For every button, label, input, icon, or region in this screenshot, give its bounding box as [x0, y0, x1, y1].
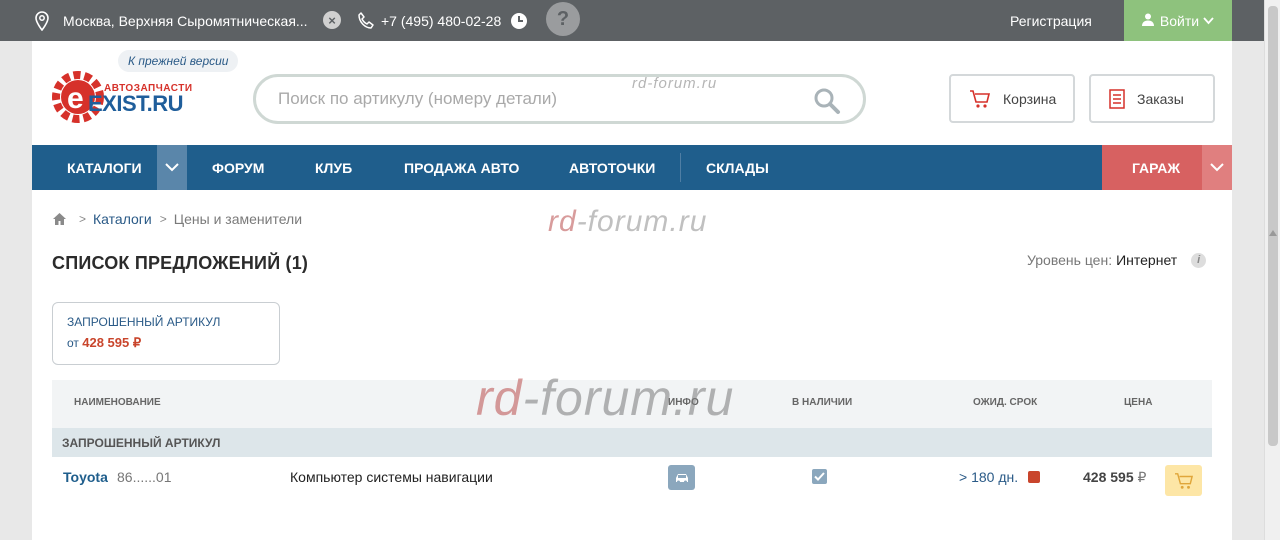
price-level-value[interactable]: Интернет: [1116, 252, 1177, 268]
logo-brand: EXIST.RU: [88, 91, 184, 116]
chevron-down-icon: [1203, 16, 1214, 25]
breadcrumb-separator: >: [79, 212, 87, 226]
nav-divider: [680, 153, 681, 182]
chevron-down-icon: [165, 163, 179, 172]
login-label: Войти: [1159, 12, 1200, 29]
checkbox-checked-icon: [812, 469, 827, 484]
term-warning-flag: [1028, 471, 1041, 483]
main-nav: Каталоги Форум Клуб Продажа авто Автоточ…: [32, 145, 1232, 190]
cart-icon: [969, 89, 991, 109]
page-title: СПИСОК ПРЕДЛОЖЕНИЙ (1): [52, 253, 309, 273]
row-price-value: 428 595: [1083, 469, 1134, 485]
row-term-text: > 180 дн.: [959, 469, 1019, 485]
watermark: rd-forum.ru: [548, 205, 708, 238]
clock-icon[interactable]: [510, 0, 528, 41]
search-icon[interactable]: [813, 87, 841, 120]
orders-label: Заказы: [1137, 90, 1184, 107]
cart-label: Корзина: [1003, 90, 1057, 107]
info-icon[interactable]: i: [1191, 252, 1207, 268]
breadcrumb-catalogs[interactable]: Каталоги: [93, 211, 152, 227]
cart-icon: [1174, 472, 1193, 489]
nav-auto-points[interactable]: Автоточки: [569, 145, 655, 190]
nav-car-sales[interactable]: Продажа авто: [404, 145, 519, 190]
nav-forum[interactable]: Форум: [212, 145, 264, 190]
col-info[interactable]: Инфо: [668, 397, 699, 408]
help-icon[interactable]: ?: [546, 2, 580, 36]
requested-article-price: 428 595 ₽: [82, 335, 142, 350]
nav-warehouses[interactable]: Склады: [706, 145, 769, 190]
user-icon: [1141, 13, 1154, 29]
svg-text:e: e: [67, 82, 84, 115]
cart-button[interactable]: Корзина: [949, 74, 1075, 123]
row-code: 86......01: [117, 469, 172, 485]
nav-catalogs[interactable]: Каталоги: [67, 145, 142, 190]
clear-location-icon[interactable]: ×: [323, 11, 341, 29]
phone-number[interactable]: +7 (495) 480-02-28: [381, 0, 501, 41]
row-term: > 180 дн.: [959, 469, 1041, 485]
phone-icon: [356, 0, 376, 41]
row-price-currency: ₽: [1137, 469, 1147, 485]
row-name: Компьютер системы навигации: [290, 469, 493, 485]
home-icon[interactable]: [52, 212, 67, 226]
col-term[interactable]: Ожид. срок: [973, 397, 1037, 408]
garage-dropdown-toggle[interactable]: [1202, 145, 1232, 190]
add-to-cart-button[interactable]: [1165, 465, 1202, 496]
col-stock[interactable]: В наличии: [792, 397, 852, 408]
catalogs-dropdown-toggle[interactable]: [157, 145, 187, 190]
requested-article-price-line: от 428 595 ₽: [67, 335, 265, 351]
requested-article-heading: Запрошенный артикул: [67, 315, 221, 329]
register-link[interactable]: Регистрация: [1010, 0, 1092, 41]
table-group-header: Запрошенный артикул: [52, 428, 1212, 457]
table-row: Toyota 86......01 Компьютер системы нави…: [52, 457, 1212, 497]
car-icon[interactable]: [668, 465, 695, 490]
price-level: Уровень цен: Интернет i: [1027, 252, 1207, 268]
orders-button[interactable]: Заказы: [1089, 74, 1215, 123]
location-address[interactable]: Москва, Верхняя Сыромятническая...: [63, 0, 308, 41]
breadcrumb-separator: >: [159, 212, 167, 226]
search-placeholder: Поиск по артикулу (номеру детали): [278, 89, 557, 108]
row-brand[interactable]: Toyota: [63, 469, 108, 485]
login-button[interactable]: Войти: [1124, 0, 1232, 41]
table-header: Наименование Инфо В наличии Ожид. срок Ц…: [52, 380, 1212, 428]
price-level-label: Уровень цен:: [1027, 252, 1113, 268]
garage-button[interactable]: Гараж: [1102, 145, 1202, 190]
scroll-arrow-icon[interactable]: [1269, 230, 1277, 236]
breadcrumb-current: Цены и заменители: [173, 211, 303, 227]
site-logo[interactable]: e АВТОЗАПЧАСТИ EXIST.RU: [52, 63, 202, 123]
breadcrumb: > Каталоги > Цены и заменители: [52, 211, 302, 227]
col-price[interactable]: Цена: [1124, 397, 1152, 408]
requested-article-box[interactable]: Запрошенный артикул от 428 595 ₽: [52, 302, 280, 365]
scrollbar[interactable]: [1264, 0, 1280, 540]
orders-list-icon: [1109, 88, 1125, 109]
from-label: от: [67, 336, 79, 350]
map-pin-icon[interactable]: [34, 0, 50, 41]
chevron-down-icon: [1210, 163, 1224, 172]
top-bar: Москва, Верхняя Сыромятническая... × +7 …: [0, 0, 1264, 41]
col-name[interactable]: Наименование: [74, 397, 161, 408]
row-price: 428 595 ₽: [1083, 469, 1146, 486]
nav-club[interactable]: Клуб: [315, 145, 352, 190]
page: К прежней версии e АВТОЗАПЧАСТИ EXIST.RU…: [32, 41, 1232, 540]
scrollbar-thumb[interactable]: [1268, 6, 1278, 446]
search-input[interactable]: Поиск по артикулу (номеру детали): [253, 74, 866, 124]
